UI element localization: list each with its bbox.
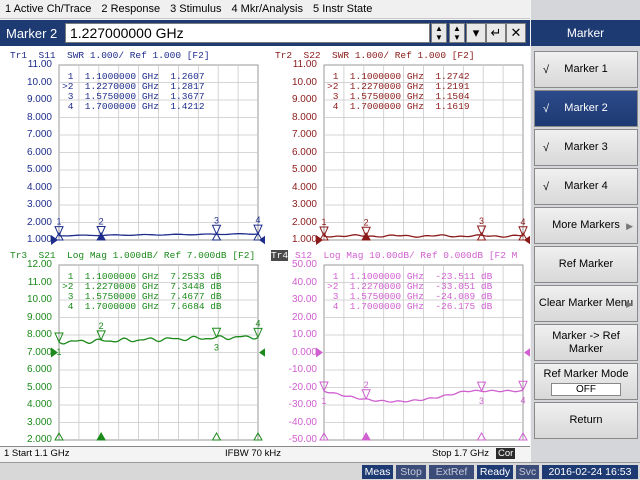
marker-3-label: 3	[479, 216, 484, 226]
softkey-label: Marker 4	[564, 180, 608, 192]
marker-1-label: 1	[321, 217, 326, 227]
instrument-status-bar: Meas Stop ExtRef Ready Svc 2016-02-24 16…	[0, 462, 640, 480]
marker-readout-table: 1 1.1000000 GHz 7.2533 dB >2 1.2270000 GH…	[62, 272, 222, 312]
marker-3-label: 3	[214, 342, 219, 352]
correction-badge: Cor	[496, 448, 516, 459]
menu-stimulus[interactable]: 3 Stimulus	[165, 3, 226, 15]
spin-up-down-1[interactable]: ▲ ▼	[431, 23, 447, 43]
marker-2-triangle	[361, 389, 371, 401]
dropdown-icon[interactable]: ▾	[466, 23, 486, 43]
menu-bar: 1 Active Ch/Trace 2 Response 3 Stimulus …	[0, 0, 530, 19]
softkey-clear-marker-menu[interactable]: Clear Marker Menu ▶	[534, 285, 638, 322]
marker-3-label: 3	[214, 215, 219, 225]
trace-pane-tr4[interactable]: S12 Log Mag 10.00dB/ Ref 0.000dB [F2 M Tr…	[265, 246, 530, 446]
checkmark-icon: √	[543, 181, 550, 193]
softkey-panel: Marker √ Marker 1 √ Marker 2 √ Marker 3 √ Marke…	[531, 0, 640, 462]
marker-4-label: 4	[255, 318, 260, 328]
checkmark-icon: √	[543, 103, 550, 115]
softkey-label: Ref Marker Mode	[543, 367, 629, 380]
marker-readout-table: 1 1.1000000 GHz -23.511 dB >2 1.2270000 G…	[327, 272, 492, 312]
softkey-label: Marker 1	[564, 63, 608, 75]
ifbw-value: IFBW 70 kHz	[225, 448, 281, 459]
reference-level-arrow	[316, 347, 323, 358]
softkey-marker-4[interactable]: √ Marker 4	[534, 168, 638, 205]
status-extref: ExtRef	[429, 465, 474, 479]
status-meas: Meas	[362, 465, 393, 479]
trace-pane-tr2[interactable]: Tr2 S22 SWR 1.000/ Ref 1.000 [F2] 11.00 10…	[265, 46, 530, 246]
menu-response[interactable]: 2 Response	[96, 3, 165, 15]
marker-3-label: 3	[479, 396, 484, 406]
close-icon[interactable]: ✕	[506, 23, 526, 43]
plot-area: Tr1 S11 SWR 1.000/ Ref 1.000 [F2] 11.00 10…	[0, 46, 530, 446]
spin-up-icon[interactable]: ▲	[453, 24, 461, 33]
menu-mkr-analysis[interactable]: 4 Mkr/Analysis	[226, 3, 308, 15]
marker-stimulus-indicator	[476, 431, 487, 441]
spin-up-icon[interactable]: ▲	[435, 24, 443, 33]
start-frequency: 1 Start 1.1 GHz	[4, 448, 70, 459]
marker-1-label: 1	[56, 347, 61, 357]
marker-1-label: 1	[321, 396, 326, 406]
spin-up-down-2[interactable]: ▲ ▼	[449, 23, 465, 43]
marker-readout-row: 4 1.7000000 GHz 1.1619	[327, 101, 470, 112]
marker-stimulus-indicator	[96, 431, 106, 441]
submenu-arrow-icon: ▶	[626, 221, 633, 231]
marker-1-label: 1	[56, 217, 61, 227]
softkey-marker-1[interactable]: √ Marker 1	[534, 51, 638, 88]
softkey-more-markers[interactable]: More Markers ▶	[534, 207, 638, 244]
submenu-arrow-icon: ▶	[626, 299, 633, 309]
checkmark-icon: √	[543, 64, 550, 76]
status-datetime: 2016-02-24 16:53	[542, 465, 638, 479]
softkey-label: Marker -> Ref Marker	[552, 329, 620, 355]
softkey-ref-marker-mode[interactable]: Ref Marker Mode OFF	[534, 363, 638, 400]
stop-frequency: Stop 1.7 GHz	[432, 448, 490, 459]
status-stop: Stop	[396, 465, 426, 479]
status-ready: Ready	[477, 465, 513, 479]
marker-readout-row: 4 1.7000000 GHz -26.175 dB	[327, 301, 493, 312]
entry-label: Marker 2	[6, 25, 58, 41]
marker-stimulus-indicator	[361, 431, 371, 441]
softkey-label: Return	[569, 414, 603, 426]
marker-frequency-input[interactable]: 1.227000000 GHz	[65, 23, 430, 43]
menu-instr-state[interactable]: 5 Instr State	[308, 3, 377, 15]
softkey-label: Ref Marker	[558, 258, 614, 270]
marker-2-label: 2	[99, 321, 104, 331]
spin-down-icon[interactable]: ▼	[453, 33, 461, 42]
marker-2-label: 2	[364, 217, 369, 227]
softkey-marker-3[interactable]: √ Marker 3	[534, 129, 638, 166]
marker-readout-row: 4 1.7000000 GHz 7.6684 dB	[62, 301, 222, 312]
channel-status-bar: 1 Start 1.1 GHz IFBW 70 kHz Stop 1.7 GHz…	[0, 446, 530, 461]
marker-3-triangle	[476, 381, 487, 393]
ref-marker-mode-value: OFF	[550, 382, 621, 396]
enter-icon[interactable]: ↵	[486, 23, 506, 43]
checkmark-icon: √	[543, 142, 550, 154]
softkey-ref-marker[interactable]: Ref Marker	[534, 246, 638, 283]
vna-window: 1 Active Ch/Trace 2 Response 3 Stimulus …	[0, 0, 640, 480]
marker-readout-row: 4 1.7000000 GHz 1.4212	[62, 101, 205, 112]
marker-stimulus-indicator	[211, 431, 222, 441]
marker-readout-table: 1 1.1000000 GHz 1.2742 >2 1.2270000 GHz 1…	[327, 72, 470, 112]
marker-2-label: 2	[99, 217, 104, 227]
trace-pane-tr1[interactable]: Tr1 S11 SWR 1.000/ Ref 1.000 [F2] 11.00 10…	[0, 46, 265, 246]
softkey-label: Clear Marker Menu	[538, 297, 634, 309]
softkey-title: Marker	[531, 20, 640, 46]
softkey-marker-ref-marker[interactable]: Marker -> Ref Marker	[534, 324, 638, 361]
spin-down-icon[interactable]: ▼	[435, 33, 443, 42]
menu-active-ch-trace[interactable]: 1 Active Ch/Trace	[0, 3, 96, 15]
entry-bar: Marker 2 1.227000000 GHz ▲ ▼ ▲ ▼ ▾ ↵ ✕	[0, 20, 530, 46]
marker-2-label: 2	[364, 380, 369, 390]
reference-level-arrow	[524, 348, 530, 357]
marker-4-label: 4	[520, 217, 525, 227]
softkey-marker-2[interactable]: √ Marker 2	[534, 90, 638, 127]
marker-readout-table: 1 1.1000000 GHz 1.2607 >2 1.2270000 GHz 1…	[62, 72, 205, 112]
trace-pane-tr3[interactable]: Tr3 S21 Log Mag 1.000dB/ Ref 7.000dB [F2…	[0, 246, 265, 446]
softkey-return[interactable]: Return	[534, 402, 638, 439]
softkey-label: Marker 3	[564, 141, 608, 153]
marker-4-label: 4	[520, 395, 525, 405]
status-svc: Svc	[516, 465, 539, 479]
marker-4-label: 4	[255, 215, 260, 225]
softkey-label: Marker 2	[564, 102, 608, 114]
softkey-label: More Markers	[552, 219, 620, 231]
